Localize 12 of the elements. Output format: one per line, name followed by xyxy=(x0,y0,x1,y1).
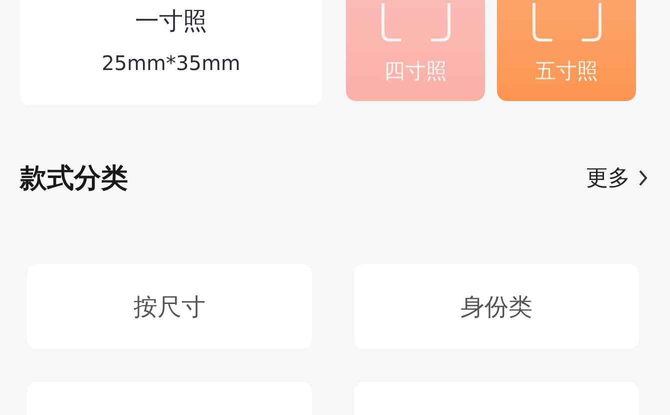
tile-label: 四寸照 xyxy=(384,58,447,85)
tile-label: 五寸照 xyxy=(535,58,598,85)
chevron-icon xyxy=(638,169,648,187)
frame-icon xyxy=(530,3,602,43)
frame-icon xyxy=(380,3,452,43)
more-link[interactable]: 更多 xyxy=(586,163,648,193)
category-card[interactable]: 身份类 xyxy=(354,264,639,349)
section-title: 款式分类 xyxy=(20,162,128,196)
size-dimensions: 25mm*35mm xyxy=(102,51,240,75)
one-inch-photo-card[interactable]: 一寸照 25mm*35mm xyxy=(20,0,322,105)
size-title: 一寸照 xyxy=(135,6,207,37)
category-card[interactable]: 按尺寸 xyxy=(27,264,312,349)
